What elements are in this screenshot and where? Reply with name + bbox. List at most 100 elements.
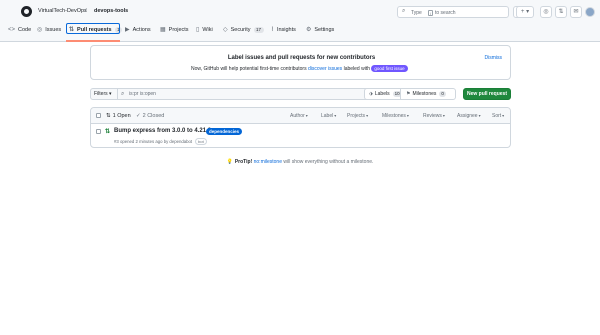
book-icon: ▯ — [196, 27, 200, 33]
protip: 💡 ProTip! no:milestone will show everythi… — [0, 159, 600, 165]
github-logo-icon[interactable] — [21, 6, 32, 17]
list-header: ⇅ 1 Open ✓ 2 Closed Author▾ Label▾ Project… — [91, 108, 510, 124]
column-label: Assignee — [457, 113, 478, 119]
tab-label: Code — [18, 27, 32, 33]
top-bar: VirtualTech-DevOps / devops-tools ⌕ Type… — [0, 4, 600, 20]
tab-label: Settings — [314, 27, 335, 33]
chevron-down-icon: ▾ — [502, 113, 505, 118]
column-label: Projects — [347, 113, 366, 119]
closed-filter[interactable]: ✓ 2 Closed — [136, 112, 164, 120]
tag-icon: ⬗ — [369, 91, 373, 97]
issue-icon: ◎ — [37, 27, 43, 33]
filter-query: is:pr is:open — [129, 91, 156, 97]
breadcrumb-repo[interactable]: devops-tools — [94, 8, 128, 14]
filters-dropdown-button[interactable]: Filters ▾ — [90, 88, 118, 100]
table-row: ⇅ Bump express from 3.0.0 to 4.21.2 depe… — [91, 124, 510, 148]
tab-security[interactable]: ◇ Security 17 — [223, 24, 264, 36]
closed-count-label: 2 Closed — [142, 113, 165, 119]
tab-wiki[interactable]: ▯ Wiki — [196, 24, 213, 36]
create-new-button[interactable]: + ▾ — [516, 6, 534, 18]
select-all-checkbox[interactable] — [96, 113, 101, 118]
milestones-label: Milestones — [412, 91, 437, 97]
repo-header: VirtualTech-DevOps / devops-tools ⌕ Type… — [0, 0, 600, 42]
labels-label: Labels — [374, 91, 390, 97]
tab-label: Actions — [132, 27, 151, 33]
code-icon: <> — [8, 27, 16, 33]
no-milestone-link[interactable]: no:milestone — [254, 159, 282, 165]
dependencies-label[interactable]: dependencies — [206, 128, 243, 135]
user-avatar[interactable] — [585, 7, 595, 17]
pull-requests-icon[interactable]: ⇅ — [555, 6, 567, 18]
pull-request-list: ⇅ 1 Open ✓ 2 Closed Author▾ Label▾ Project… — [90, 107, 511, 148]
open-filter[interactable]: ⇅ 1 Open — [106, 112, 131, 120]
tab-label: Projects — [168, 27, 189, 33]
column-label: Author — [290, 113, 305, 119]
search-placeholder-prefix: Type — [411, 10, 422, 16]
graph-icon: ⌇ — [271, 27, 274, 33]
reviews-filter[interactable]: Reviews▾ — [423, 112, 445, 120]
tab-label: Insights — [276, 27, 296, 33]
inbox-icon[interactable]: ✉ — [570, 6, 582, 18]
projects-filter[interactable]: Projects▾ — [347, 112, 368, 120]
light-bulb-icon: 💡 — [226, 159, 233, 165]
chevron-down-icon: ▾ — [305, 113, 308, 118]
column-label: Milestones — [382, 113, 406, 119]
pull-request-icon: ⇅ — [106, 113, 111, 119]
labels-button[interactable]: ⬗ Labels 10 — [364, 88, 402, 100]
gear-icon: ⚙ — [306, 27, 312, 33]
chevron-down-icon: ▾ — [366, 113, 369, 118]
banner-desc-middle: labeled with — [343, 66, 370, 72]
milestones-button[interactable]: ⚑ Milestones 0 — [400, 88, 456, 100]
label-filter[interactable]: Label▾ — [321, 112, 336, 120]
chevron-down-icon: ▾ — [442, 113, 445, 118]
protip-text: will show everything without a milestone… — [283, 159, 374, 165]
pull-request-meta: #3 opened 2 minutes ago by dependabot bot — [114, 138, 207, 145]
search-shortcut-key: / — [428, 9, 433, 16]
banner-desc-prefix: Now, GitHub will help potential first-ti… — [191, 66, 307, 72]
milestones-filter[interactable]: Milestones▾ — [382, 112, 409, 120]
filter-bar: Filters ▾ ⌕ is:pr is:open ⬗ Labels 10 ⚑ Mil… — [90, 88, 511, 100]
protip-label: ProTip! — [234, 159, 253, 165]
shield-icon: ◇ — [223, 27, 228, 33]
tab-focus-outline — [66, 23, 120, 34]
issues-icon[interactable]: ◎ — [540, 6, 552, 18]
dismiss-button[interactable]: Dismiss — [485, 55, 503, 61]
chevron-down-icon: ▾ — [478, 113, 481, 118]
tab-projects[interactable]: ▦ Projects — [160, 24, 189, 36]
sort-filter[interactable]: Sort▾ — [492, 112, 504, 120]
bot-badge: bot — [195, 138, 207, 145]
column-label: Reviews — [423, 113, 442, 119]
chevron-down-icon: ▾ — [334, 113, 337, 118]
breadcrumb-owner[interactable]: VirtualTech-DevOps — [38, 8, 87, 14]
check-icon: ✓ — [136, 113, 141, 119]
row-checkbox[interactable] — [96, 129, 101, 134]
open-count-label: 1 Open — [112, 113, 131, 119]
column-label: Sort — [492, 113, 502, 119]
tab-label: Security — [230, 27, 251, 33]
column-label: Label — [321, 113, 334, 119]
tab-insights[interactable]: ⌇ Insights — [271, 24, 296, 36]
global-search-input[interactable]: ⌕ Type / to search — [397, 6, 509, 18]
play-icon: ▶ — [125, 27, 130, 33]
banner-title: Label issues and pull requests for new c… — [227, 55, 376, 61]
tab-active-underline — [66, 40, 120, 42]
contributors-banner: Label issues and pull requests for new c… — [90, 45, 511, 80]
breadcrumb-separator: / — [85, 8, 87, 14]
chevron-down-icon: ▾ — [406, 113, 409, 118]
author-filter[interactable]: Author▾ — [290, 112, 308, 120]
assignee-filter[interactable]: Assignee▾ — [457, 112, 481, 120]
meta-text: #3 opened 2 minutes ago by dependabot — [114, 139, 193, 144]
tab-issues[interactable]: ◎ Issues — [37, 24, 61, 36]
tab-actions[interactable]: ▶ Actions — [125, 24, 151, 36]
milestone-icon: ⚑ — [406, 91, 411, 97]
tab-code[interactable]: <> Code — [8, 24, 31, 36]
tab-label: Issues — [45, 27, 62, 33]
banner-description: Now, GitHub will help potential first-ti… — [191, 65, 408, 72]
discover-issues-link[interactable]: discover issues — [308, 66, 342, 72]
open-pull-request-icon: ⇅ — [105, 129, 111, 135]
tab-count: 17 — [253, 27, 264, 33]
tab-label: Wiki — [202, 27, 213, 33]
pull-request-title[interactable]: Bump express from 3.0.0 to 4.21.2 — [114, 128, 211, 134]
new-pull-request-button[interactable]: New pull request — [463, 88, 511, 100]
tab-settings[interactable]: ⚙ Settings — [306, 24, 334, 36]
